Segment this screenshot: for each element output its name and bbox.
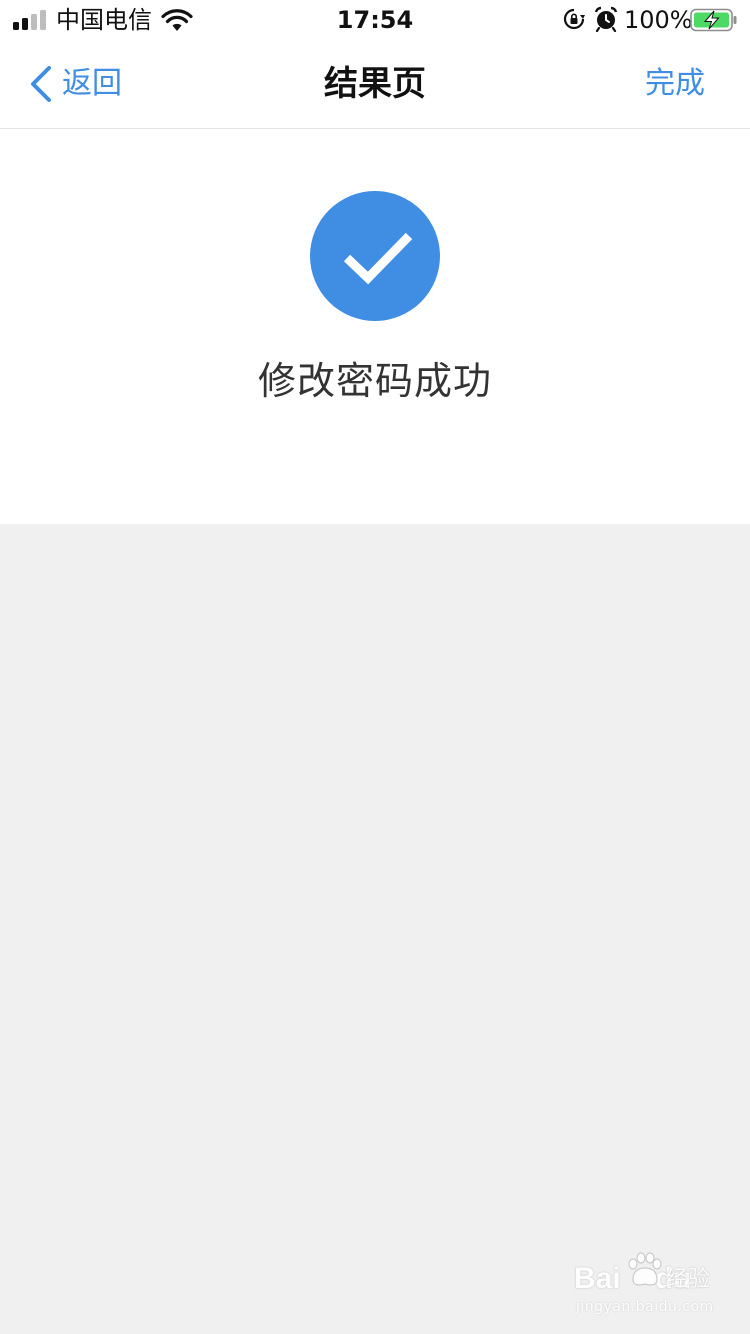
navigation-bar: 返回 结果页 完成 <box>0 40 750 129</box>
checkmark-icon <box>343 232 413 285</box>
watermark-url: jingyan.baidu.com <box>576 1299 714 1315</box>
page-title: 结果页 <box>324 64 426 104</box>
rotation-lock-icon <box>563 8 585 30</box>
check-circle-icon <box>310 191 440 321</box>
result-message: 修改密码成功 <box>257 359 492 403</box>
battery-percent: 100% <box>624 6 693 34</box>
battery-charging-icon <box>690 8 737 32</box>
paw-icon <box>628 1252 662 1286</box>
done-button[interactable]: 完成 <box>645 62 705 106</box>
result-panel: 修改密码成功 <box>0 129 750 524</box>
baidu-jingyan-watermark: Bai du 经验 jingyan.baidu.com <box>574 1252 724 1322</box>
watermark-product: 经验 <box>666 1267 711 1292</box>
alarm-icon <box>594 6 618 32</box>
status-bar: 中国电信 17:54 100% <box>0 0 750 40</box>
